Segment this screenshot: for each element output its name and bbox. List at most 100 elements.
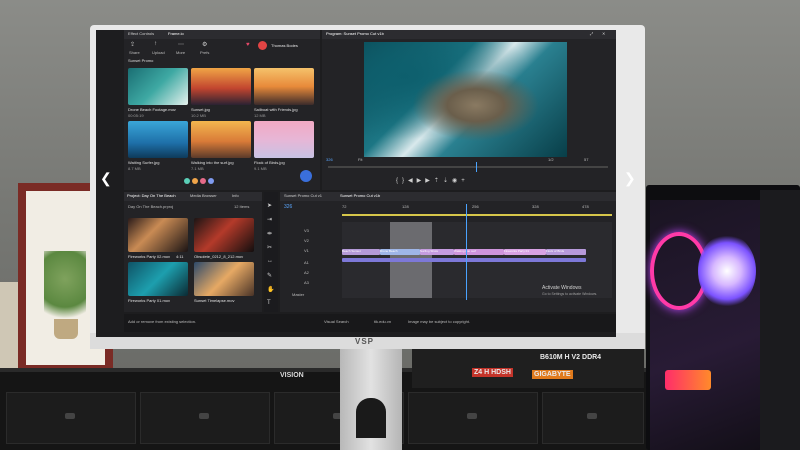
media-thumbnail[interactable] xyxy=(254,68,314,105)
timeline-clip[interactable]: Beach Sunset xyxy=(342,249,380,255)
project-count: 12 Items xyxy=(234,204,250,209)
hand-tool-icon[interactable]: ✋ xyxy=(267,286,274,293)
track-header[interactable]: V1 xyxy=(280,248,342,256)
play-icon[interactable]: ▶ xyxy=(417,178,426,184)
pen-tool-icon[interactable]: ✎ xyxy=(267,272,272,279)
media-thumbnail[interactable] xyxy=(128,68,188,105)
program-title[interactable]: Program: Sunset Promo Cut v1b xyxy=(326,31,384,36)
camera-icon[interactable]: ◉ xyxy=(452,178,461,184)
avatar[interactable] xyxy=(192,178,198,184)
tab-project[interactable]: Project: Day On The Beach xyxy=(127,193,176,198)
track-name: V2 xyxy=(304,238,309,243)
upload-fab-button[interactable] xyxy=(300,170,312,182)
upload-icon[interactable]: ↑ xyxy=(154,41,157,47)
track-header[interactable]: V2 xyxy=(280,238,342,246)
box-label-psu: Z4 H HDSH xyxy=(472,368,513,377)
user-name: Thomas Bodes xyxy=(271,43,298,48)
razor-tool-icon[interactable]: ✂ xyxy=(267,244,272,251)
project-item-name: Sunset Timelapse.mov xyxy=(194,298,235,303)
avatar[interactable] xyxy=(258,41,267,50)
track-header[interactable]: A1 xyxy=(280,260,342,268)
tab-frameio[interactable]: Frame.io xyxy=(168,31,184,36)
prefs-icon[interactable]: ⚙ xyxy=(202,41,207,48)
chevron-right-icon[interactable]: ❯ xyxy=(624,170,636,187)
project-thumbnail[interactable] xyxy=(194,218,254,252)
program-scrubber[interactable] xyxy=(328,166,608,168)
media-meta: 8.7 MB xyxy=(128,166,141,171)
timeline-clip[interactable]: Drone Beach xyxy=(380,249,420,255)
visual-search-label[interactable]: Visual Search xyxy=(324,319,349,324)
track-select-icon[interactable]: ⇥ xyxy=(267,216,272,223)
share-icon[interactable]: ⇪ xyxy=(130,41,135,48)
expand-icon[interactable]: ⤢ xyxy=(590,31,593,36)
track-header[interactable]: A3 xyxy=(280,280,342,288)
tab-sequence-2[interactable]: Sunset Promo Cut v1b xyxy=(340,193,380,198)
timeline-clip[interactable]: Walking into surf xyxy=(454,249,504,255)
drawer xyxy=(140,392,270,444)
project-thumbnail[interactable] xyxy=(194,262,254,296)
share-label: Share xyxy=(129,50,140,55)
more-icon[interactable]: ⋯ xyxy=(178,41,184,48)
media-thumbnail[interactable] xyxy=(128,121,188,158)
program-scale[interactable]: 1/2 xyxy=(548,157,554,162)
lift-icon[interactable]: ⇡ xyxy=(434,178,443,184)
program-playhead[interactable] xyxy=(476,162,477,172)
program-timecode[interactable]: 326 xyxy=(326,157,333,162)
work-area-bar[interactable] xyxy=(342,214,612,216)
chevron-left-icon[interactable]: ❮ xyxy=(100,170,112,187)
program-fit[interactable]: Fit xyxy=(358,157,362,162)
slip-tool-icon[interactable]: ↔ xyxy=(267,258,273,264)
timeline-playhead[interactable] xyxy=(466,204,467,300)
tab-sequence-1[interactable]: Sunset Promo Cut v1 xyxy=(284,193,322,198)
track-name: V1 xyxy=(304,248,309,253)
track-name: A3 xyxy=(304,280,309,285)
timeline-clip[interactable]: Surfing Shots xyxy=(420,249,454,255)
timeline-clip[interactable]: Fireworks Party 01 xyxy=(504,249,546,255)
heart-icon[interactable]: ♥ xyxy=(246,42,250,48)
tools-panel: ➤ ⇥ ⇹ ✂ ↔ ✎ ✋ T xyxy=(264,192,278,312)
avatar[interactable] xyxy=(184,178,190,184)
activate-windows-title: Activate Windows xyxy=(542,285,582,291)
project-thumbnail[interactable] xyxy=(128,218,188,252)
project-thumbnail[interactable] xyxy=(128,262,188,296)
extract-icon[interactable]: ⇣ xyxy=(443,178,452,184)
plus-icon[interactable]: + xyxy=(461,178,469,184)
track-header[interactable]: Master xyxy=(280,292,342,300)
avatar[interactable] xyxy=(200,178,206,184)
clip-label: Drone Beach xyxy=(380,249,398,253)
frameio-panel: Effect Controls Frame.io ⇪ Share ↑ Uploa… xyxy=(124,30,320,190)
track-header[interactable]: V3 xyxy=(280,228,342,236)
program-tabbar: Program: Sunset Promo Cut v1b ⤢ ✕ xyxy=(322,30,616,39)
audio-clip[interactable] xyxy=(342,258,586,262)
avatar[interactable] xyxy=(208,178,214,184)
step-forward-icon[interactable]: ▶ xyxy=(425,178,434,184)
track-name: V3 xyxy=(304,228,309,233)
close-icon[interactable]: ✕ xyxy=(602,31,605,36)
more-label: More xyxy=(176,50,186,55)
media-meta: 00:05:19 xyxy=(128,113,144,118)
media-name: Walking into the surf.jpg xyxy=(191,160,234,165)
project-item-name: Fireworks Party 02.mov xyxy=(128,254,171,259)
copyright-notice: Image may be subject to copyright. xyxy=(408,319,471,324)
tab-effect-controls[interactable]: Effect Controls xyxy=(128,31,154,36)
ripple-edit-icon[interactable]: ⇹ xyxy=(267,230,272,237)
track-name: Master xyxy=(292,292,305,297)
ruler-tick-label: 328 xyxy=(532,204,539,209)
prefs-label: Prefs xyxy=(200,50,210,55)
timeline-panel: Sunset Promo Cut v1 Sunset Promo Cut v1b… xyxy=(280,192,616,312)
stand-cable-hole xyxy=(356,398,386,438)
media-thumbnail[interactable] xyxy=(191,121,251,158)
media-thumbnail[interactable] xyxy=(191,68,251,105)
source-site-label[interactable]: tik.edu.vn xyxy=(374,319,391,324)
timeline-clip[interactable]: Flock of Birds xyxy=(546,249,586,255)
tab-info[interactable]: Info xyxy=(232,193,239,198)
type-tool-icon[interactable]: T xyxy=(267,300,271,306)
program-video-frame[interactable] xyxy=(364,42,567,157)
track-header[interactable]: A2 xyxy=(280,270,342,278)
selection-tool-icon[interactable]: ➤ xyxy=(267,202,272,209)
step-back-icon[interactable]: ◀ xyxy=(408,178,417,184)
media-thumbnail[interactable] xyxy=(254,121,314,158)
tab-media-browser[interactable]: Media Browser xyxy=(190,193,217,198)
timeline-timecode[interactable]: 326 xyxy=(284,204,292,210)
bin-name[interactable]: Sunset Promo xyxy=(128,58,153,63)
